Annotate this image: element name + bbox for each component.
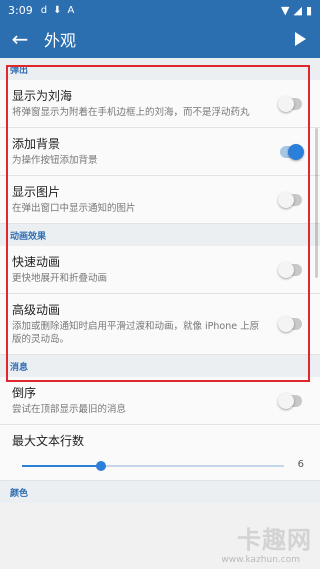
toggle-knob	[278, 191, 294, 208]
setting-subtitle: 添加或删除通知时启用平滑过渡和动画，就像 iPhone 上原版的灵动岛。	[12, 321, 260, 345]
setting-reverse-order[interactable]: 倒序 尝试在顶部显示最旧的消息	[0, 377, 320, 425]
setting-show-image[interactable]: 显示图片 在弹出窗口中显示通知的图片	[0, 176, 320, 224]
section-header-color: 颜色	[0, 481, 320, 503]
setting-show-as-notch[interactable]: 显示为刘海 将弹窗显示为附着在手机边框上的刘海，而不是浮动药丸	[0, 80, 320, 128]
toggle-advanced-animation[interactable]	[278, 316, 302, 332]
setting-title: 快速动画	[12, 255, 61, 269]
toggle-reverse-order[interactable]	[278, 392, 302, 409]
page-title: 外观	[44, 31, 77, 50]
toggle-fast-animation[interactable]	[278, 261, 302, 278]
slider-thumb[interactable]	[95, 461, 106, 471]
toggle-add-background[interactable]	[280, 143, 304, 160]
setting-subtitle: 为操作按钮添加背景	[12, 155, 98, 166]
play-icon	[294, 32, 306, 46]
status-notification-icons: d ⬇ A	[41, 5, 75, 16]
toggle-knob	[278, 316, 294, 332]
setting-subtitle: 尝试在顶部显示最旧的消息	[12, 404, 127, 415]
setting-advanced-animation[interactable]: 高级动画 添加或删除通知时启用平滑过渡和动画，就像 iPhone 上原版的灵动岛…	[0, 294, 320, 355]
slider-value: 6	[297, 459, 304, 470]
setting-title: 显示为刘海	[12, 89, 73, 103]
app-bar: ← 外观	[0, 20, 320, 58]
font-a-icon: A	[67, 4, 75, 16]
setting-title: 最大文本行数	[12, 434, 85, 448]
toggle-knob	[278, 261, 294, 278]
setting-fast-animation[interactable]: 快速动画 更快地展开和折叠动画	[0, 246, 320, 294]
back-button[interactable]: ←	[0, 20, 40, 58]
arrow-left-icon: ←	[11, 27, 29, 51]
max-lines-slider-row: 6	[0, 453, 320, 481]
preview-button[interactable]	[280, 20, 320, 58]
toggle-knob	[278, 392, 294, 409]
setting-title: 高级动画	[12, 303, 61, 317]
d-app-icon: d	[40, 4, 48, 16]
setting-title: 显示图片	[12, 185, 61, 199]
status-time: 3:09	[8, 3, 33, 17]
setting-max-lines: 最大文本行数	[0, 425, 320, 453]
download-icon: ⬇	[53, 4, 62, 16]
max-lines-slider[interactable]	[22, 461, 284, 471]
watermark-logo: 卡趣网	[237, 526, 312, 554]
section-header-messages: 消息	[0, 355, 320, 377]
battery-icon: ▮	[305, 3, 312, 17]
toggle-knob	[288, 143, 304, 160]
setting-subtitle: 更快地展开和折叠动画	[12, 273, 108, 284]
scrollbar[interactable]	[315, 128, 318, 278]
setting-add-background[interactable]: 添加背景 为操作按钮添加背景	[0, 128, 320, 176]
settings-list[interactable]: 弹出 显示为刘海 将弹窗显示为附着在手机边框上的刘海，而不是浮动药丸 添加背景 …	[0, 58, 320, 569]
setting-subtitle: 在弹出窗口中显示通知的图片	[12, 203, 136, 214]
setting-subtitle: 将弹窗显示为附着在手机边框上的刘海，而不是浮动药丸	[12, 107, 250, 118]
status-right: ▼ ◢ ▮	[281, 4, 312, 17]
setting-title: 倒序	[12, 386, 37, 400]
setting-title: 添加背景	[12, 137, 61, 151]
toggle-knob	[278, 95, 294, 112]
toggle-show-as-notch[interactable]	[278, 95, 302, 112]
signal-icon: ◢	[293, 3, 302, 17]
section-header-popup: 弹出	[0, 58, 320, 80]
wifi-icon: ▼	[281, 3, 290, 17]
section-header-animation: 动画效果	[0, 224, 320, 246]
slider-fill	[22, 465, 101, 467]
status-bar: 3:09 d ⬇ A ▼ ◢ ▮	[0, 0, 320, 20]
toggle-show-image[interactable]	[278, 191, 302, 208]
watermark-url: www.kazhun.com	[221, 555, 300, 565]
